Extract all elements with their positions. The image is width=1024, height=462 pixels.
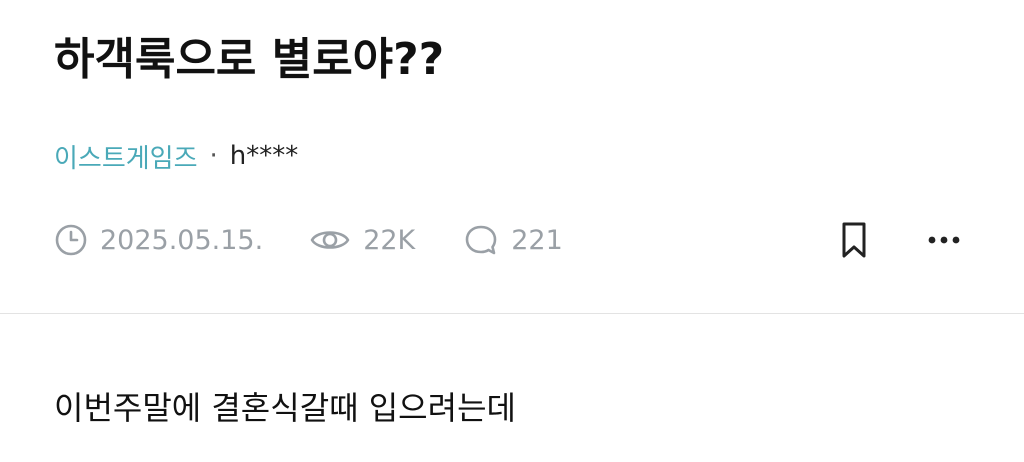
view-count-text: 22K	[363, 224, 416, 256]
post-date: 2025.05.15.	[54, 223, 263, 257]
header-divider	[0, 313, 1024, 314]
clock-icon	[54, 223, 88, 257]
post-meta: 이스트게임즈 · h****	[54, 136, 298, 176]
comment-count-text: 221	[511, 224, 563, 256]
post-title: 하객룩으로 별로야??	[54, 34, 445, 85]
eye-icon	[309, 223, 351, 257]
post-stats: 2025.05.15. 22K 221	[54, 218, 563, 262]
more-options-button[interactable]	[920, 216, 968, 264]
comment-bubble-icon	[463, 223, 499, 257]
post-body-text: 이번주말에 결혼식갈때 입으려는데	[54, 389, 516, 427]
author-name[interactable]: h****	[230, 141, 298, 171]
bookmark-icon	[842, 222, 866, 258]
board-link[interactable]: 이스트게임즈	[54, 138, 198, 175]
meta-separator: ·	[209, 141, 218, 171]
bookmark-button[interactable]	[830, 216, 878, 264]
view-count: 22K	[309, 223, 415, 257]
post-actions	[830, 216, 980, 264]
more-dots-icon	[928, 236, 960, 244]
post-date-text: 2025.05.15.	[100, 224, 264, 256]
post-page: 하객룩으로 별로야?? 이스트게임즈 · h**** 2025.05.15. 2…	[0, 0, 1024, 462]
comment-count[interactable]: 221	[463, 223, 563, 257]
